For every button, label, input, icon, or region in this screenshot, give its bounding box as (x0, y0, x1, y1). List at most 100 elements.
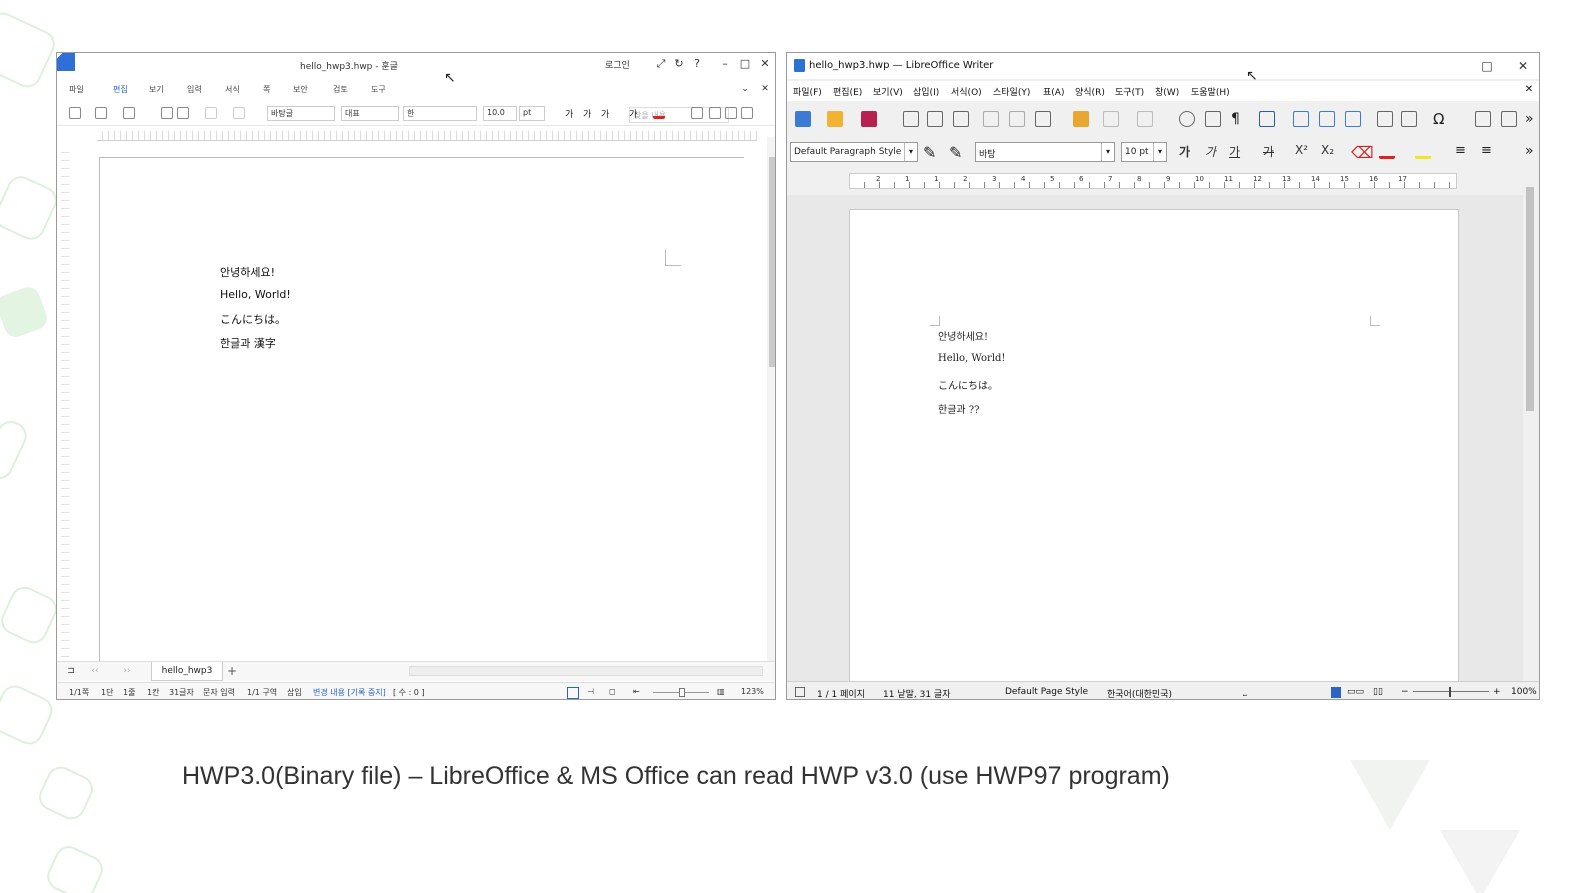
menu-table[interactable]: 표(A) (1043, 85, 1064, 98)
vertical-scrollbar[interactable] (1523, 173, 1537, 681)
menu-insert[interactable]: 입력 (187, 84, 202, 95)
insert-footnote-icon[interactable] (1501, 111, 1517, 127)
font-color-icon[interactable] (1379, 143, 1395, 159)
zoom-in-icon[interactable]: + (1493, 687, 1501, 697)
align-left-icon[interactable] (709, 107, 721, 119)
more-options-icon[interactable]: » (1525, 111, 1539, 127)
horizontal-scrollbar[interactable] (409, 666, 763, 676)
help-icon[interactable]: ? (689, 56, 705, 72)
book-view-icon[interactable]: ▯▯ (1373, 687, 1383, 697)
zoom-slider[interactable] (1413, 691, 1489, 692)
font-name-select[interactable]: 바탕 ▾ (975, 142, 1115, 162)
tab-hello-hwp3[interactable]: hello_hwp3 (151, 662, 223, 681)
menu-view[interactable]: 보기(V) (873, 85, 903, 98)
special-character-icon[interactable]: Ω (1433, 111, 1449, 127)
more-options-icon[interactable]: » (1525, 143, 1539, 159)
new-style-icon[interactable]: ✎ (949, 143, 965, 162)
multi-page-view-icon[interactable]: ▭▭ (1347, 687, 1364, 697)
menu-file[interactable]: 파일 (69, 84, 84, 95)
copy-icon[interactable] (1009, 111, 1025, 127)
font-color-icon[interactable] (653, 107, 665, 119)
undo-icon[interactable] (205, 107, 217, 119)
chevron-down-icon[interactable]: ▾ (904, 143, 917, 161)
zoom-level[interactable]: 123% (741, 687, 764, 696)
find-replace-icon[interactable] (1179, 111, 1195, 127)
menu-tools[interactable]: 도구 (371, 84, 386, 95)
maximize-button[interactable]: □ (1479, 58, 1495, 74)
fit-page-icon[interactable]: ▥ (717, 687, 725, 696)
menu-format[interactable]: 서식 (225, 84, 240, 95)
insert-page-break-icon[interactable] (1377, 111, 1393, 127)
document-page[interactable]: 안녕하세요! Hello, World! こんにちは。 한글과 ?? (849, 209, 1459, 689)
single-page-view-icon[interactable] (1331, 687, 1341, 698)
insert-hyperlink-icon[interactable] (1475, 111, 1491, 127)
align-right-icon[interactable] (741, 107, 753, 119)
insert-textbox-icon[interactable] (1345, 111, 1361, 127)
save-icon[interactable] (123, 107, 135, 119)
strikethrough-button[interactable]: 가 (1263, 143, 1274, 160)
vertical-scrollbar[interactable] (767, 137, 775, 661)
zoom-slider-handle[interactable] (679, 688, 685, 697)
highlight-color-icon[interactable] (1415, 143, 1431, 159)
chevron-down-icon[interactable]: ⌄ (737, 81, 753, 97)
add-tab-button[interactable]: + (227, 664, 237, 678)
tab-nav-icon[interactable]: ⊐ (63, 663, 79, 679)
zoom-slider-handle[interactable] (1449, 687, 1451, 697)
status-page-style[interactable]: Default Page Style (1005, 687, 1088, 697)
close-document-icon[interactable]: ✕ (1521, 82, 1537, 98)
minimize-button[interactable]: – (717, 56, 733, 72)
close-button[interactable]: ✕ (757, 56, 773, 72)
close-panel-icon[interactable]: ✕ (757, 81, 773, 97)
status-word-count[interactable]: 11 낱말, 31 글자 (883, 687, 950, 699)
insert-chart-icon[interactable] (1319, 111, 1335, 127)
clone-formatting-icon[interactable] (1073, 111, 1089, 127)
zoom-in-mode-icon[interactable]: ⇤ (633, 687, 640, 696)
maximize-button[interactable]: □ (737, 56, 753, 72)
document-page[interactable]: 안녕하세요! Hello, World! こんにちは。 한글과 漢字 (99, 157, 744, 663)
clear-formatting-icon[interactable]: ⌫ (1351, 143, 1374, 162)
redo-icon[interactable] (233, 107, 245, 119)
refresh-icon[interactable]: ↻ (671, 56, 687, 72)
insert-table-icon[interactable] (1259, 111, 1275, 127)
paragraph-style-select[interactable]: Default Paragraph Style ▾ (790, 142, 918, 162)
menu-format[interactable]: 서식(O) (951, 85, 982, 98)
menu-edit[interactable]: 편집(E) (833, 85, 862, 98)
menu-review[interactable]: 검토 (333, 84, 348, 95)
print-preview-icon[interactable] (177, 107, 189, 119)
menu-window[interactable]: 창(W) (1155, 85, 1179, 98)
paste-icon[interactable] (1035, 111, 1051, 127)
scroll-thumb[interactable] (769, 157, 775, 367)
print-icon[interactable] (927, 111, 943, 127)
cut-icon[interactable] (983, 111, 999, 127)
open-folder-icon[interactable] (95, 107, 107, 119)
tab-first-icon[interactable]: ‹‹ (87, 663, 103, 679)
close-button[interactable]: ✕ (1515, 58, 1531, 74)
update-style-icon[interactable]: ✎ (923, 143, 939, 162)
menu-page[interactable]: 쪽 (263, 84, 270, 95)
export-pdf-icon[interactable] (903, 111, 919, 127)
align-left-icon[interactable]: ≡ (1455, 143, 1471, 159)
insert-mode-icon[interactable]: ⎵ (1243, 687, 1247, 697)
italic-icon[interactable]: 가 (583, 107, 595, 120)
save-icon[interactable] (861, 111, 877, 127)
font-size-select[interactable]: 10.0 (483, 106, 517, 121)
underline-button[interactable]: 가 (1229, 143, 1240, 160)
open-folder-icon[interactable] (827, 111, 843, 127)
menu-view[interactable]: 보기 (149, 84, 164, 95)
formatting-marks-icon[interactable]: ¶ (1231, 111, 1247, 127)
login-button[interactable]: 로그인 (605, 58, 630, 71)
align-center-icon[interactable]: ≡ (1481, 143, 1497, 159)
align-justify-icon[interactable] (691, 107, 703, 119)
view-mode-3-icon[interactable]: ◻ (609, 687, 616, 696)
font-size-unit[interactable]: pt (519, 106, 545, 121)
status-language[interactable]: 한국어(대한민국) (1107, 687, 1172, 699)
menu-help[interactable]: 도움말(H) (1191, 85, 1230, 98)
print-preview-icon[interactable] (953, 111, 969, 127)
insert-image-icon[interactable] (1293, 111, 1309, 127)
superscript-button[interactable]: X² (1295, 143, 1308, 157)
font-size-select[interactable]: 10 pt ▾ (1121, 142, 1167, 162)
insert-field-icon[interactable] (1401, 111, 1417, 127)
expand-icon[interactable]: ⤢ (653, 56, 669, 72)
status-track-changes[interactable]: 변경 내용 [기록 중지] (313, 687, 386, 698)
menu-security[interactable]: 보안 (293, 84, 308, 95)
